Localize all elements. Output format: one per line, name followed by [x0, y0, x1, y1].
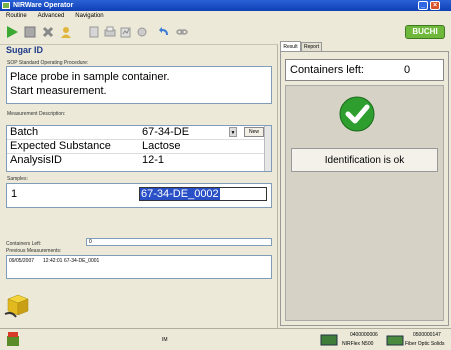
cancel-icon[interactable] — [42, 26, 54, 38]
row-value: 12-1 — [142, 154, 165, 166]
result-area: Identification is ok — [285, 85, 444, 321]
scrollbar[interactable] — [264, 126, 271, 171]
containers-left-box: Containers left: 0 — [285, 59, 444, 81]
containers-left-label: Containers Left: — [6, 241, 42, 247]
containers-left-count: 0 — [404, 64, 411, 76]
result-tab-panel: Containers left: 0 Identification is ok — [280, 51, 449, 326]
left-panel: Sugar ID SOP Standard Operating Procedur… — [0, 45, 278, 328]
fiber-optic-icon — [386, 335, 404, 346]
undo-icon[interactable] — [158, 26, 170, 38]
previous-measurements-list: 09/05/2007 12:42:01 67-34-DE_0001 — [6, 255, 272, 279]
user-icon[interactable] — [60, 26, 72, 38]
identification-status-button[interactable]: Identification is ok — [291, 148, 438, 172]
device2-name: Fiber Optic Solids — [405, 341, 445, 347]
sample-index: 1 — [11, 188, 18, 200]
row-value: Lactose — [142, 140, 181, 152]
device1-name: NIRFlex N500 — [342, 341, 374, 347]
samples-label: Samples: — [7, 176, 28, 182]
prev-time: 12:42:01 — [43, 258, 63, 264]
chevron-down-icon[interactable]: ▼ — [229, 127, 237, 137]
sample-name-input[interactable]: 67-34-DE_0002 — [139, 187, 267, 201]
row-label: AnalysisID — [10, 154, 62, 166]
device1-id: 0400000006 — [350, 332, 378, 338]
menu-bar: Routine Advanced Navigation — [0, 11, 451, 21]
row-label: Batch — [10, 126, 39, 138]
prev-date: 09/05/2007 — [9, 258, 35, 264]
play-icon[interactable] — [6, 26, 18, 38]
menu-routine[interactable]: Routine — [6, 13, 27, 19]
sop-line-1: Place probe in sample container. — [10, 71, 170, 83]
table-row: Expected Substance Lactose — [7, 140, 271, 154]
previous-measurements-label: Previous Measurements: — [6, 248, 62, 254]
menu-navigation[interactable]: Navigation — [75, 13, 103, 19]
table-row: Batch 67-34-DE ▼ New — [7, 126, 271, 140]
measurement-label: Measurement Description: — [7, 111, 66, 117]
sample-name-value: 67-34-DE_0002 — [140, 188, 220, 200]
batch-select[interactable]: 67-34-DE ▼ — [139, 126, 238, 138]
device-icon — [320, 334, 338, 346]
new-button[interactable]: New — [244, 127, 264, 137]
batch-value: 67-34-DE — [142, 126, 190, 138]
stop-icon[interactable] — [24, 26, 36, 38]
status-center-text: IM — [162, 337, 168, 343]
app-icon — [2, 2, 10, 9]
sop-line-2: Start measurement. — [10, 85, 107, 97]
status-app-icon — [7, 332, 19, 346]
tab-report[interactable]: Report — [301, 42, 322, 51]
device2-id: 0500000147 — [413, 332, 441, 338]
row-label: Expected Substance — [10, 140, 111, 152]
document-icon[interactable] — [88, 26, 100, 38]
containers-left-text: Containers left: — [290, 64, 364, 76]
containers-left-field: 0 — [86, 238, 272, 246]
status-bar: IM 0400000006 NIRFlex N500 0500000147 Fi… — [0, 328, 451, 350]
print-icon[interactable] — [104, 26, 116, 38]
right-panel: Result Report Containers left: 0 Identif… — [278, 41, 451, 328]
samples-box: 1 67-34-DE_0002 — [6, 183, 272, 208]
window-title: NIRWare Operator — [13, 2, 74, 9]
check-icon — [339, 96, 375, 132]
close-button[interactable]: × — [430, 1, 440, 10]
buchi-logo: BUCHI — [405, 25, 445, 39]
sop-box: Place probe in sample container. Start m… — [6, 66, 272, 104]
settings-icon[interactable] — [136, 26, 148, 38]
link-icon[interactable] — [176, 26, 188, 38]
prev-id: 67-34-DE_0001 — [64, 258, 100, 264]
tab-result[interactable]: Result — [280, 41, 301, 51]
measurement-table: Batch 67-34-DE ▼ New Expected Substance … — [6, 125, 272, 172]
table-row: AnalysisID 12-1 — [7, 154, 271, 167]
minimize-button[interactable]: _ — [418, 1, 428, 10]
probe-container-icon — [4, 294, 29, 318]
title-bar: NIRWare Operator _ × — [0, 0, 451, 11]
report-icon[interactable] — [120, 26, 132, 38]
page-title: Sugar ID — [6, 45, 44, 55]
menu-advanced[interactable]: Advanced — [38, 13, 65, 19]
